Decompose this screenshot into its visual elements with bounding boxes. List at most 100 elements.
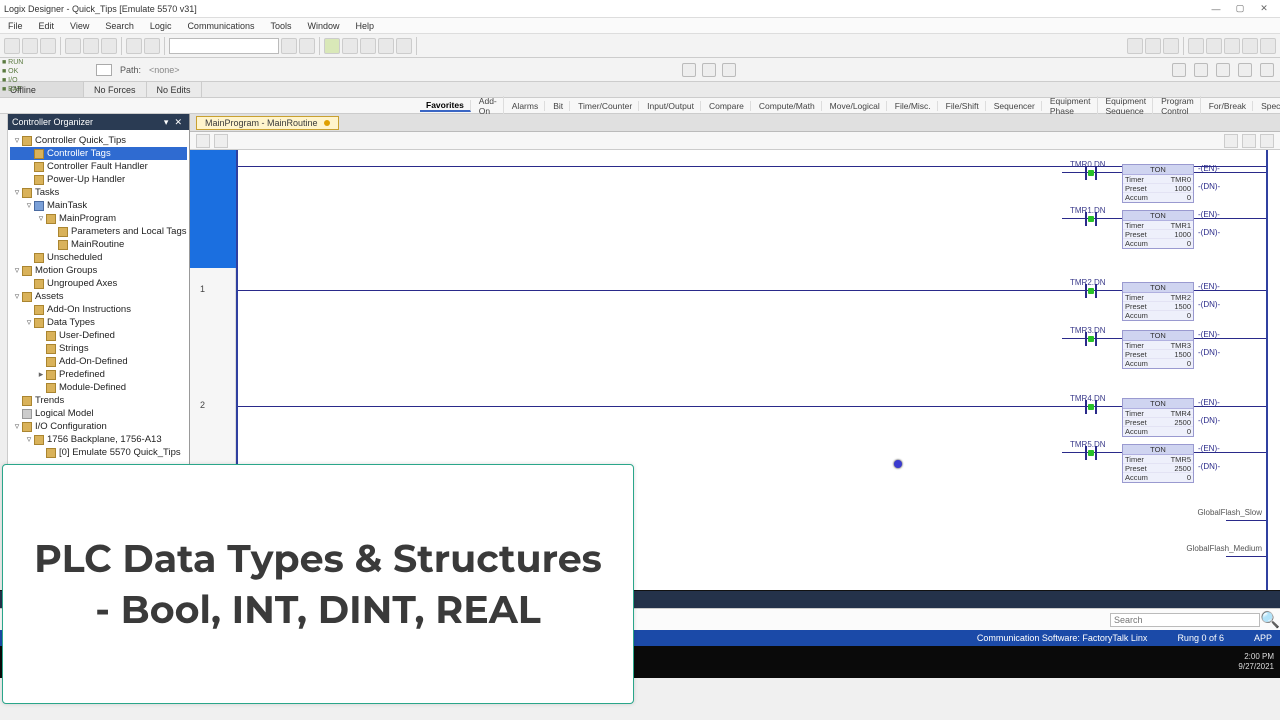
instr-tab-sequencer[interactable]: Sequencer	[988, 101, 1042, 111]
jump-label[interactable]: GlobalFlash_Slow	[1198, 508, 1262, 517]
tree-node-mainroutine[interactable]: MainRoutine	[10, 238, 187, 251]
mode-stepper[interactable]	[96, 64, 112, 76]
tree-node-parameters-and-local-tags[interactable]: Parameters and Local Tags	[10, 225, 187, 238]
menu-window[interactable]: Window	[299, 21, 347, 31]
search-input[interactable]	[1110, 613, 1260, 627]
instr-tab-file-misc-[interactable]: File/Misc.	[889, 101, 938, 111]
go-online-button[interactable]	[324, 38, 340, 54]
tree-node-tasks[interactable]: ▿Tasks	[10, 186, 187, 199]
tree-node--0-emulate-5570-quick-tips[interactable]: [0] Emulate 5570 Quick_Tips	[10, 446, 187, 459]
tree-node-strings[interactable]: Strings	[10, 342, 187, 355]
tree-node-controller-tags[interactable]: Controller Tags	[10, 147, 187, 160]
tree-node-unscheduled[interactable]: Unscheduled	[10, 251, 187, 264]
minimize-button[interactable]: —	[1204, 4, 1228, 14]
tree-node-controller-quick-tips[interactable]: ▿Controller Quick_Tips	[10, 134, 187, 147]
instr-tab-input-output[interactable]: Input/Output	[641, 101, 701, 111]
otl-button[interactable]	[1242, 38, 1258, 54]
xic-button[interactable]	[1188, 38, 1204, 54]
upload-button[interactable]	[378, 38, 394, 54]
xic-contact[interactable]	[1082, 446, 1100, 460]
menu-communications[interactable]: Communications	[179, 21, 262, 31]
zoom-in-button[interactable]	[196, 134, 210, 148]
instr-tab-for-break[interactable]: For/Break	[1203, 101, 1253, 111]
tree-node-trends[interactable]: Trends	[10, 394, 187, 407]
tree-node-controller-fault-handler[interactable]: Controller Fault Handler	[10, 160, 187, 173]
menu-help[interactable]: Help	[348, 21, 383, 31]
toggle-button[interactable]	[396, 38, 412, 54]
tree-node-module-defined[interactable]: Module-Defined	[10, 381, 187, 394]
instr-tab-bit[interactable]: Bit	[547, 101, 570, 111]
instr-tab-alarms[interactable]: Alarms	[506, 101, 545, 111]
ote-button[interactable]	[1224, 38, 1240, 54]
tree-node-predefined[interactable]: ▸Predefined	[10, 368, 187, 381]
ton-instruction[interactable]: TONTimerTMR1Preset1000Accum0	[1122, 210, 1194, 249]
path-browse-button[interactable]	[682, 63, 696, 77]
tree-node-user-defined[interactable]: User-Defined	[10, 329, 187, 342]
find-prev-button[interactable]	[299, 38, 315, 54]
ton-instruction[interactable]: TONTimerTMR5Preset2500Accum0	[1122, 444, 1194, 483]
routine-tab[interactable]: MainProgram - MainRoutine	[196, 116, 339, 130]
new-button[interactable]	[4, 38, 20, 54]
ton-instruction[interactable]: TONTimerTMR0Preset1000Accum0	[1122, 164, 1194, 203]
tree-node-i-o-configuration[interactable]: ▿I/O Configuration	[10, 420, 187, 433]
ton-instruction[interactable]: TONTimerTMR3Preset1500Accum0	[1122, 330, 1194, 369]
tree-node-logical-model[interactable]: Logical Model	[10, 407, 187, 420]
menu-logic[interactable]: Logic	[142, 21, 180, 31]
open-button[interactable]	[22, 38, 38, 54]
instr-tab-file-shift[interactable]: File/Shift	[940, 101, 986, 111]
cut-button[interactable]	[65, 38, 81, 54]
organizer-close-button[interactable]: ✕	[171, 117, 185, 128]
otu-button[interactable]	[1260, 38, 1276, 54]
close-button[interactable]: ✕	[1252, 3, 1276, 14]
xic-contact[interactable]	[1082, 212, 1100, 226]
media-next-button[interactable]	[1260, 63, 1274, 77]
instr-tab-move-logical[interactable]: Move/Logical	[824, 101, 887, 111]
ton-instruction[interactable]: TONTimerTMR4Preset2500Accum0	[1122, 398, 1194, 437]
search-icon[interactable]: 🔍	[1260, 610, 1274, 630]
ton-instruction[interactable]: TONTimerTMR2Preset1500Accum0	[1122, 282, 1194, 321]
verify-rung-button[interactable]	[1224, 134, 1238, 148]
xic-contact[interactable]	[1082, 332, 1100, 346]
verify-button[interactable]	[342, 38, 358, 54]
tree-node-add-on-instructions[interactable]: Add-On Instructions	[10, 303, 187, 316]
paste-button[interactable]	[101, 38, 117, 54]
instr-tab-timer-counter[interactable]: Timer/Counter	[572, 101, 639, 111]
media-step-back-button[interactable]	[1194, 63, 1208, 77]
instr-tab-favorites[interactable]: Favorites	[420, 100, 471, 112]
tree-node-add-on-defined[interactable]: Add-On-Defined	[10, 355, 187, 368]
xic-contact[interactable]	[1082, 284, 1100, 298]
rung-number[interactable]: 2	[200, 400, 205, 410]
cancel-edits-button[interactable]	[1260, 134, 1274, 148]
tree-node-assets[interactable]: ▿Assets	[10, 290, 187, 303]
organizer-pin-button[interactable]: ▾	[161, 117, 172, 128]
accept-edits-button[interactable]	[1242, 134, 1256, 148]
forces-status[interactable]: No Forces	[84, 82, 147, 97]
tree-node-maintask[interactable]: ▿MainTask	[10, 199, 187, 212]
menu-tools[interactable]: Tools	[262, 21, 299, 31]
rung-button[interactable]	[1127, 38, 1143, 54]
branch-level-button[interactable]	[1163, 38, 1179, 54]
media-prev-button[interactable]	[1172, 63, 1186, 77]
undo-button[interactable]	[126, 38, 142, 54]
quick-find-input[interactable]	[169, 38, 279, 54]
instr-tab-compare[interactable]: Compare	[703, 101, 751, 111]
branch-button[interactable]	[1145, 38, 1161, 54]
menu-file[interactable]: File	[0, 21, 31, 31]
path-history-button[interactable]	[702, 63, 716, 77]
path-clear-button[interactable]	[722, 63, 736, 77]
menu-edit[interactable]: Edit	[31, 21, 63, 31]
zoom-out-button[interactable]	[214, 134, 228, 148]
save-button[interactable]	[40, 38, 56, 54]
tree-node-mainprogram[interactable]: ▿MainProgram	[10, 212, 187, 225]
maximize-button[interactable]: ▢	[1228, 3, 1252, 14]
instr-tab-special[interactable]: Special	[1255, 101, 1280, 111]
menu-search[interactable]: Search	[97, 21, 142, 31]
rung-number[interactable]: 1	[200, 284, 205, 294]
copy-button[interactable]	[83, 38, 99, 54]
instr-tab-compute-math[interactable]: Compute/Math	[753, 101, 822, 111]
media-play-button[interactable]	[1216, 63, 1230, 77]
media-step-fwd-button[interactable]	[1238, 63, 1252, 77]
instr-tab-add-on[interactable]: Add-On	[473, 96, 504, 116]
tree-node-power-up-handler[interactable]: Power-Up Handler	[10, 173, 187, 186]
find-next-button[interactable]	[281, 38, 297, 54]
